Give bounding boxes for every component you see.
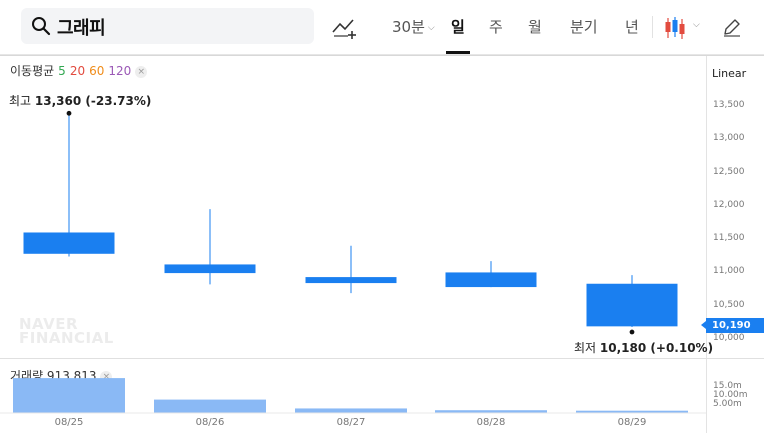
high-marker-dot xyxy=(66,110,72,116)
pane-divider-axis xyxy=(706,358,764,359)
x-tick-label: 08/27 xyxy=(336,417,366,428)
x-tick-label: 08/29 xyxy=(617,417,647,428)
x-tick-label: 08/28 xyxy=(476,417,506,428)
watermark-logo: NAVER FINANCIAL xyxy=(19,317,114,347)
search-box[interactable]: 그래피 xyxy=(21,8,314,44)
y-tick-label: 13,500 xyxy=(713,100,745,110)
period-30min[interactable]: 30분 ⌵ xyxy=(392,16,435,37)
candlestick-type-icon[interactable] xyxy=(665,16,687,40)
period-week[interactable]: 주 xyxy=(489,16,503,37)
y-tick-label: 11,000 xyxy=(713,266,745,277)
close-volume-icon[interactable]: × xyxy=(100,371,113,383)
active-period-indicator xyxy=(446,51,470,54)
period-month[interactable]: 월 xyxy=(528,16,542,37)
search-icon xyxy=(32,17,51,36)
high-annotation: 최고 13,360 (-23.73%) xyxy=(9,92,151,109)
toolbar: 그래피 30분 ⌵ 일 주 월 분기 년 ⌵ xyxy=(0,0,764,55)
x-tick-label: 08/26 xyxy=(195,417,225,428)
volume-bar xyxy=(576,410,688,413)
volume-label: 거래량 913,813 xyxy=(10,369,97,383)
period-30min-label: 30분 xyxy=(392,18,425,36)
x-tick-label: 08/25 xyxy=(54,417,84,428)
ma-label: 이동평균 xyxy=(10,64,55,78)
period-day[interactable]: 일 xyxy=(451,16,465,37)
current-price-badge: 10,190 xyxy=(701,318,764,333)
candle-body xyxy=(445,272,537,288)
y-tick-label: 11,500 xyxy=(713,233,745,244)
y-tick-label: 10,500 xyxy=(713,299,745,310)
low-prefix: 최저 xyxy=(574,341,597,355)
y-tick-label: 12,500 xyxy=(713,166,745,177)
ma-20: 20 xyxy=(69,64,86,78)
low-marker-dot xyxy=(629,329,635,335)
volume-axis-label: 5.00m xyxy=(713,399,742,409)
volume-bar xyxy=(295,408,407,413)
search-input[interactable]: 그래피 xyxy=(57,14,106,40)
y-tick-label: 13,000 xyxy=(713,133,745,144)
ma-120: 120 xyxy=(108,64,132,78)
drawing-tool-icon[interactable] xyxy=(331,14,359,40)
candle-body xyxy=(305,277,397,284)
candle-body xyxy=(23,232,115,254)
volume-legend[interactable]: 거래량 913,813 × xyxy=(10,367,113,384)
watermark-line-2: FINANCIAL xyxy=(19,329,114,347)
candle-body xyxy=(586,283,678,327)
chart-top-border xyxy=(0,55,764,56)
stock-chart-app: 그래피 30분 ⌵ 일 주 월 분기 년 ⌵ 이동평균 5 20 60 120 … xyxy=(0,0,764,433)
chevron-down-icon: ⌵ xyxy=(427,23,435,33)
volume-bar xyxy=(435,410,547,413)
pane-divider[interactable] xyxy=(0,358,706,359)
period-quarter[interactable]: 분기 xyxy=(570,16,598,37)
toolbar-separator xyxy=(652,16,653,38)
chart-type-chevron-icon[interactable]: ⌵ xyxy=(693,20,700,30)
low-annotation: 최저 10,180 (+0.10%) xyxy=(574,339,713,356)
ma-60: 60 xyxy=(89,64,105,78)
moving-average-legend[interactable]: 이동평균 5 20 60 120 × xyxy=(10,62,151,79)
scale-mode-toggle[interactable]: Linear xyxy=(712,67,746,80)
y-axis-line xyxy=(706,56,707,433)
y-tick-label: 12,000 xyxy=(713,199,745,210)
volume-bar xyxy=(154,399,266,413)
ma-5: 5 xyxy=(58,64,66,78)
low-value: 10,180 (+0.10%) xyxy=(599,341,714,355)
candle-body xyxy=(164,264,256,274)
y-tick-label: 10,000 xyxy=(713,333,745,343)
period-year[interactable]: 년 xyxy=(625,16,639,37)
close-ma-icon[interactable]: × xyxy=(135,66,148,78)
high-value: 13,360 (-23.73%) xyxy=(34,94,152,108)
high-prefix: 최고 xyxy=(9,94,32,108)
pencil-icon[interactable] xyxy=(722,17,742,37)
